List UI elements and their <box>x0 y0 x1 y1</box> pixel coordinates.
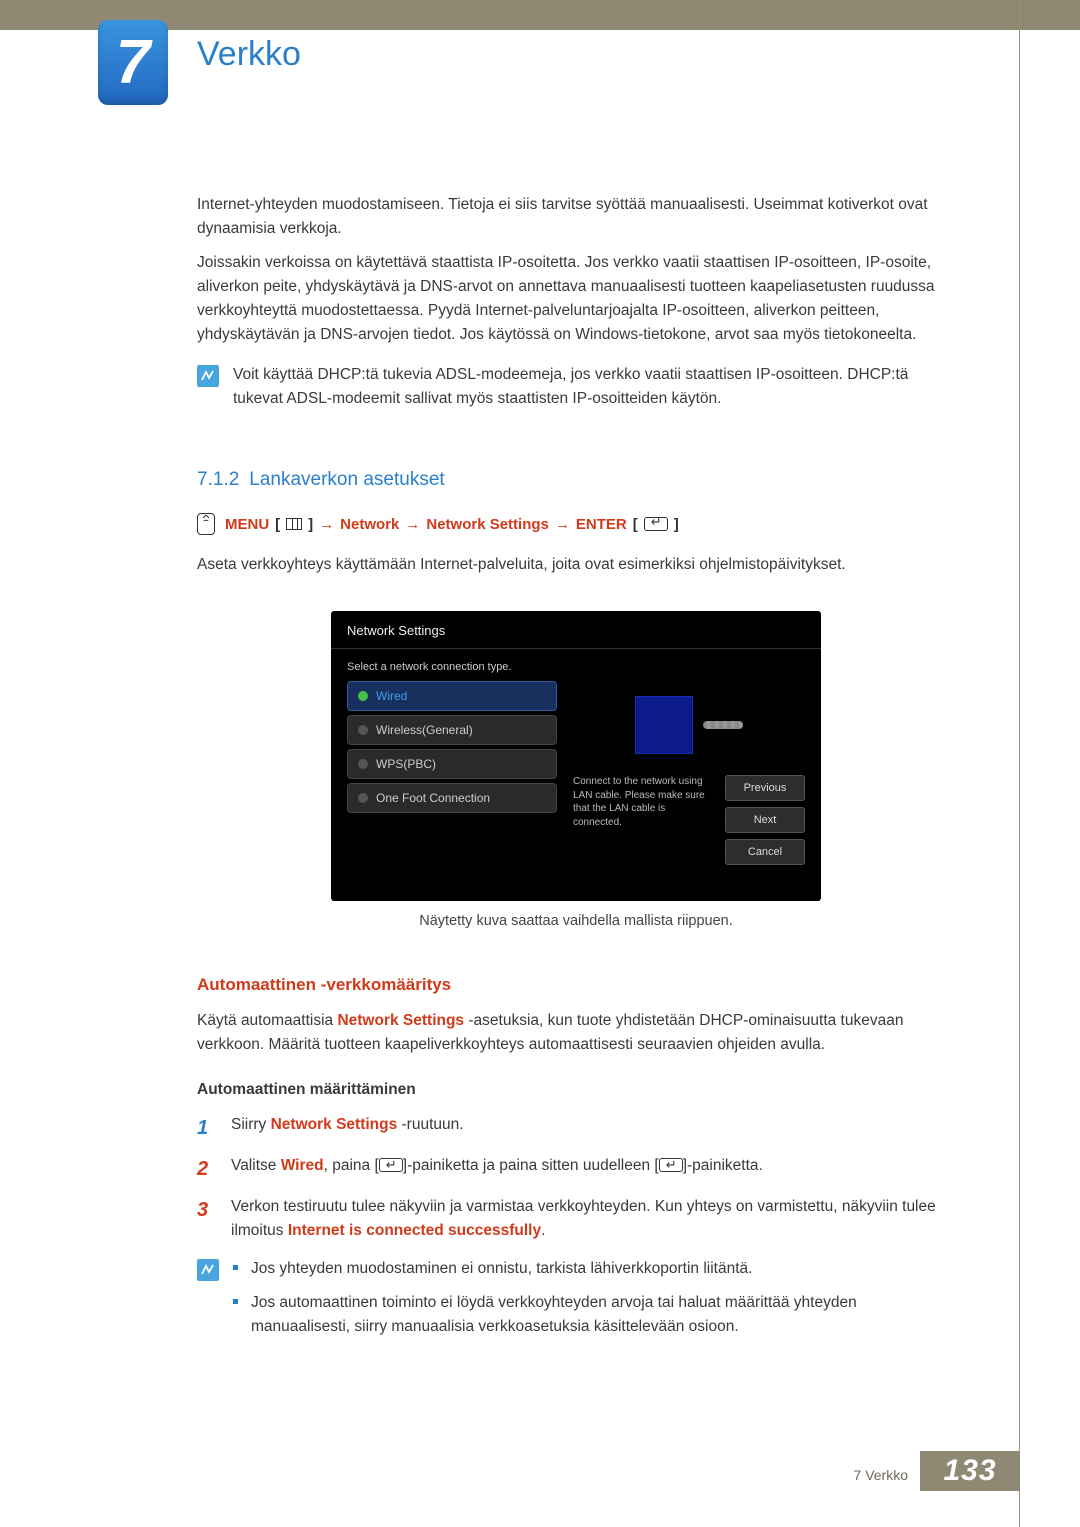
menu-path-network-settings: Network Settings <box>426 516 549 533</box>
menu-icon <box>286 518 302 530</box>
network-settings-screenshot: Network Settings Select a network connec… <box>197 611 955 929</box>
cancel-button[interactable]: Cancel <box>725 839 805 865</box>
auto-heading: Automaattinen -verkkomääritys <box>197 975 955 995</box>
previous-button[interactable]: Previous <box>725 775 805 801</box>
note-bullet-2: Jos automaattinen toiminto ei löydä verk… <box>233 1291 955 1339</box>
cable-icon <box>703 721 743 729</box>
auto-subheading: Automaattinen määrittäminen <box>197 1081 955 1099</box>
right-margin-rule <box>1019 0 1020 1527</box>
enter-label: ENTER <box>576 516 627 533</box>
step-text: -ruutuun. <box>397 1116 463 1133</box>
menu-path-network: Network <box>340 516 399 533</box>
connection-option-one-foot[interactable]: One Foot Connection <box>347 783 557 813</box>
step-text-red: Internet is connected successfully <box>288 1222 541 1239</box>
section-number: 7.1.2 <box>197 469 239 490</box>
radio-dot-icon <box>358 691 368 701</box>
note-icon <box>197 1259 219 1281</box>
device-icon <box>635 696 693 754</box>
step-text: Valitse <box>231 1157 281 1174</box>
page-number: 133 <box>920 1451 1020 1491</box>
step-text-red: Wired <box>281 1157 324 1174</box>
step-2: 2 Valitse Wired, paina [ ]-painiketta ja … <box>197 1154 955 1185</box>
step-3: 3 Verkon testiruutu tulee näkyviin ja va… <box>197 1195 955 1243</box>
connection-option-wireless-general[interactable]: Wireless(General) <box>347 715 557 745</box>
intro-paragraph-2: Joissakin verkoissa on käytettävä staatt… <box>197 251 955 347</box>
auto-body: Käytä automaattisia Network Settings -as… <box>197 1009 955 1057</box>
radio-dot-icon <box>358 793 368 803</box>
step-number: 1 <box>197 1113 219 1144</box>
note-bullet-1: Jos yhteyden muodostaminen ei onnistu, t… <box>233 1257 955 1281</box>
step-text: ]-painiketta. <box>683 1157 763 1174</box>
section-lead: Aseta verkkoyhteys käyttämään Internet-p… <box>197 553 955 577</box>
step-text: Siirry <box>231 1116 271 1133</box>
connection-diagram <box>573 685 805 765</box>
dialog-subtitle: Select a network connection type. <box>331 649 821 681</box>
option-label: Wireless(General) <box>376 723 473 737</box>
step-text: ]-painiketta ja paina sitten uudelleen [ <box>403 1157 659 1174</box>
enter-icon <box>379 1158 403 1172</box>
next-button[interactable]: Next <box>725 807 805 833</box>
radio-dot-icon <box>358 725 368 735</box>
section-title: Lankaverkon asetukset <box>249 469 444 490</box>
step-number: 3 <box>197 1195 219 1243</box>
step-1: 1 Siirry Network Settings -ruutuun. <box>197 1113 955 1144</box>
auto-body-a: Käytä automaattisia <box>197 1012 337 1029</box>
radio-dot-icon <box>358 759 368 769</box>
chapter-title: Verkko <box>197 35 301 74</box>
note-text: Voit käyttää DHCP:tä tukevia ADSL-modeem… <box>233 363 955 411</box>
step-text-red: Network Settings <box>271 1116 398 1133</box>
section-heading: 7.1.2 Lankaverkon asetukset <box>197 469 955 491</box>
menu-path: MENU [] → Network → Network Settings → E… <box>197 513 955 535</box>
chapter-number-badge: 7 <box>98 20 168 105</box>
footer-chapter-label: 7 Verkko <box>854 1467 908 1483</box>
enter-icon <box>659 1158 683 1172</box>
enter-icon <box>644 517 668 531</box>
intro-paragraph-1: Internet-yhteyden muodostamiseen. Tietoj… <box>197 193 955 241</box>
step-text: . <box>541 1222 545 1239</box>
dialog-help-text: Connect to the network using LAN cable. … <box>573 775 713 829</box>
step-text: , paina [ <box>324 1157 379 1174</box>
option-label: One Foot Connection <box>376 791 490 805</box>
remote-icon <box>197 513 215 535</box>
dialog-title: Network Settings <box>331 611 821 649</box>
auto-body-red: Network Settings <box>337 1012 464 1029</box>
option-label: Wired <box>376 689 407 703</box>
menu-label: MENU <box>225 516 269 533</box>
option-label: WPS(PBC) <box>376 757 436 771</box>
figure-caption: Näytetty kuva saattaa vaihdella mallista… <box>331 913 821 929</box>
connection-option-wps[interactable]: WPS(PBC) <box>347 749 557 779</box>
step-number: 2 <box>197 1154 219 1185</box>
connection-option-wired[interactable]: Wired <box>347 681 557 711</box>
note-icon <box>197 365 219 387</box>
